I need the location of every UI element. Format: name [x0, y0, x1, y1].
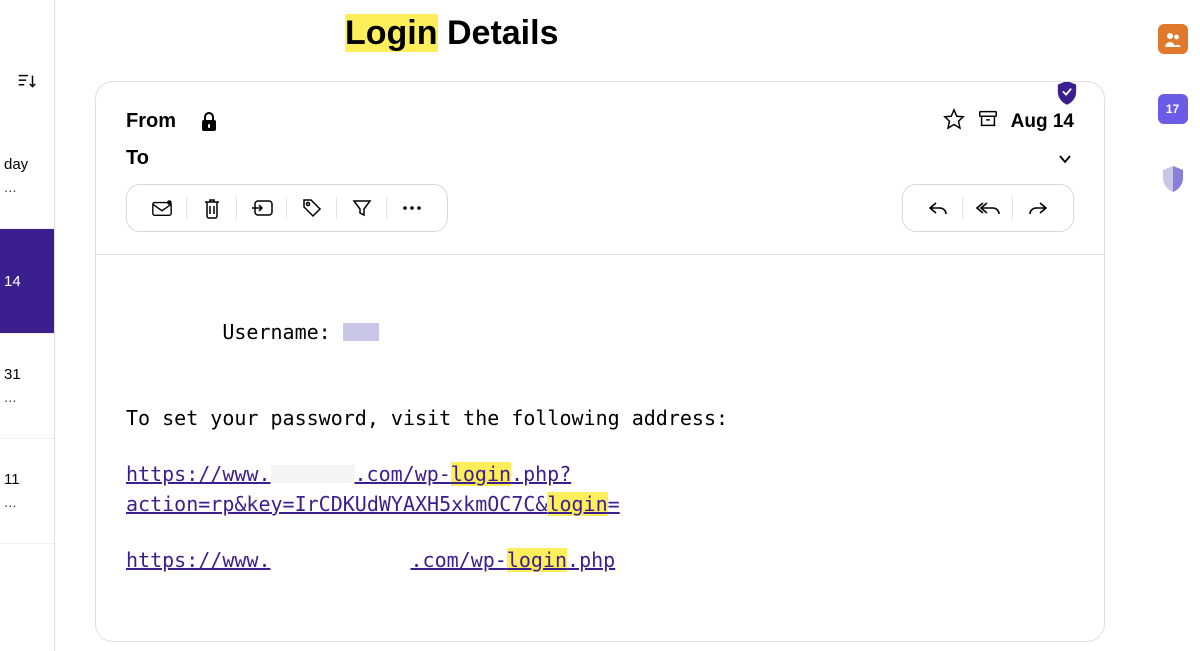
username-label: Username: — [222, 320, 342, 344]
forward-button[interactable] — [1013, 195, 1063, 221]
list-item-date: day — [4, 156, 50, 173]
reply-all-button[interactable] — [963, 195, 1013, 221]
list-item[interactable]: 11 ... — [0, 439, 54, 544]
email-date: Aug 14 — [1011, 111, 1074, 133]
subject-highlight: Login — [345, 14, 438, 52]
list-item-date: 31 — [4, 366, 50, 383]
tag-button[interactable] — [287, 195, 337, 221]
username-line: Username: — [126, 287, 1074, 377]
delete-button[interactable] — [187, 195, 237, 221]
subject-rest: Details — [438, 14, 559, 52]
list-item[interactable]: day ... — [0, 124, 54, 229]
redacted-username — [343, 323, 379, 341]
more-button[interactable] — [387, 195, 437, 221]
instruction-text: To set your password, visit the followin… — [126, 403, 1074, 433]
chevron-down-icon[interactable] — [1056, 150, 1074, 168]
star-icon[interactable] — [943, 108, 965, 135]
email-view: Login Details From Aug 14 — [55, 0, 1145, 651]
move-button[interactable] — [237, 195, 287, 221]
shield-icon[interactable] — [1158, 164, 1188, 194]
list-item-preview: ... — [4, 179, 50, 196]
reply-button[interactable] — [913, 195, 963, 221]
redacted-domain — [271, 551, 411, 569]
filter-button[interactable] — [337, 195, 387, 221]
archive-icon[interactable] — [977, 108, 999, 135]
calendar-icon[interactable]: 17 — [1158, 94, 1188, 124]
list-item-preview: ... — [4, 389, 50, 406]
reset-password-link[interactable]: https://www..com/wp-login.php? action=rp… — [126, 459, 1074, 519]
list-item-date: 14 — [4, 273, 50, 290]
list-item-preview: ... — [4, 494, 50, 511]
list-item[interactable]: 14 — [0, 229, 54, 334]
email-list-sidebar: day ... 14 31 ... 11 ... — [0, 0, 55, 651]
email-subject: Login Details — [345, 14, 1105, 53]
app-rail: 17 — [1145, 0, 1200, 651]
to-label: To — [126, 147, 196, 170]
email-header: From Aug 14 To — [96, 82, 1104, 254]
reply-toolbar — [902, 184, 1074, 232]
email-card: From Aug 14 To — [95, 81, 1105, 642]
list-item-date: 11 — [4, 471, 50, 488]
email-toolbar-row — [126, 184, 1074, 232]
email-body: Username: To set your password, visit th… — [96, 254, 1104, 641]
from-label: From — [126, 110, 196, 133]
sort-icon[interactable] — [15, 70, 39, 94]
action-toolbar — [126, 184, 448, 232]
calendar-day-number: 17 — [1166, 102, 1179, 116]
list-item[interactable]: 31 ... — [0, 334, 54, 439]
lock-icon — [200, 112, 218, 132]
login-page-link[interactable]: https://www..com/wp-login.php — [126, 545, 1074, 575]
redacted-domain — [271, 465, 355, 483]
contacts-icon[interactable] — [1158, 24, 1188, 54]
verified-shield-icon — [1056, 81, 1078, 106]
mark-unread-button[interactable] — [137, 195, 187, 221]
